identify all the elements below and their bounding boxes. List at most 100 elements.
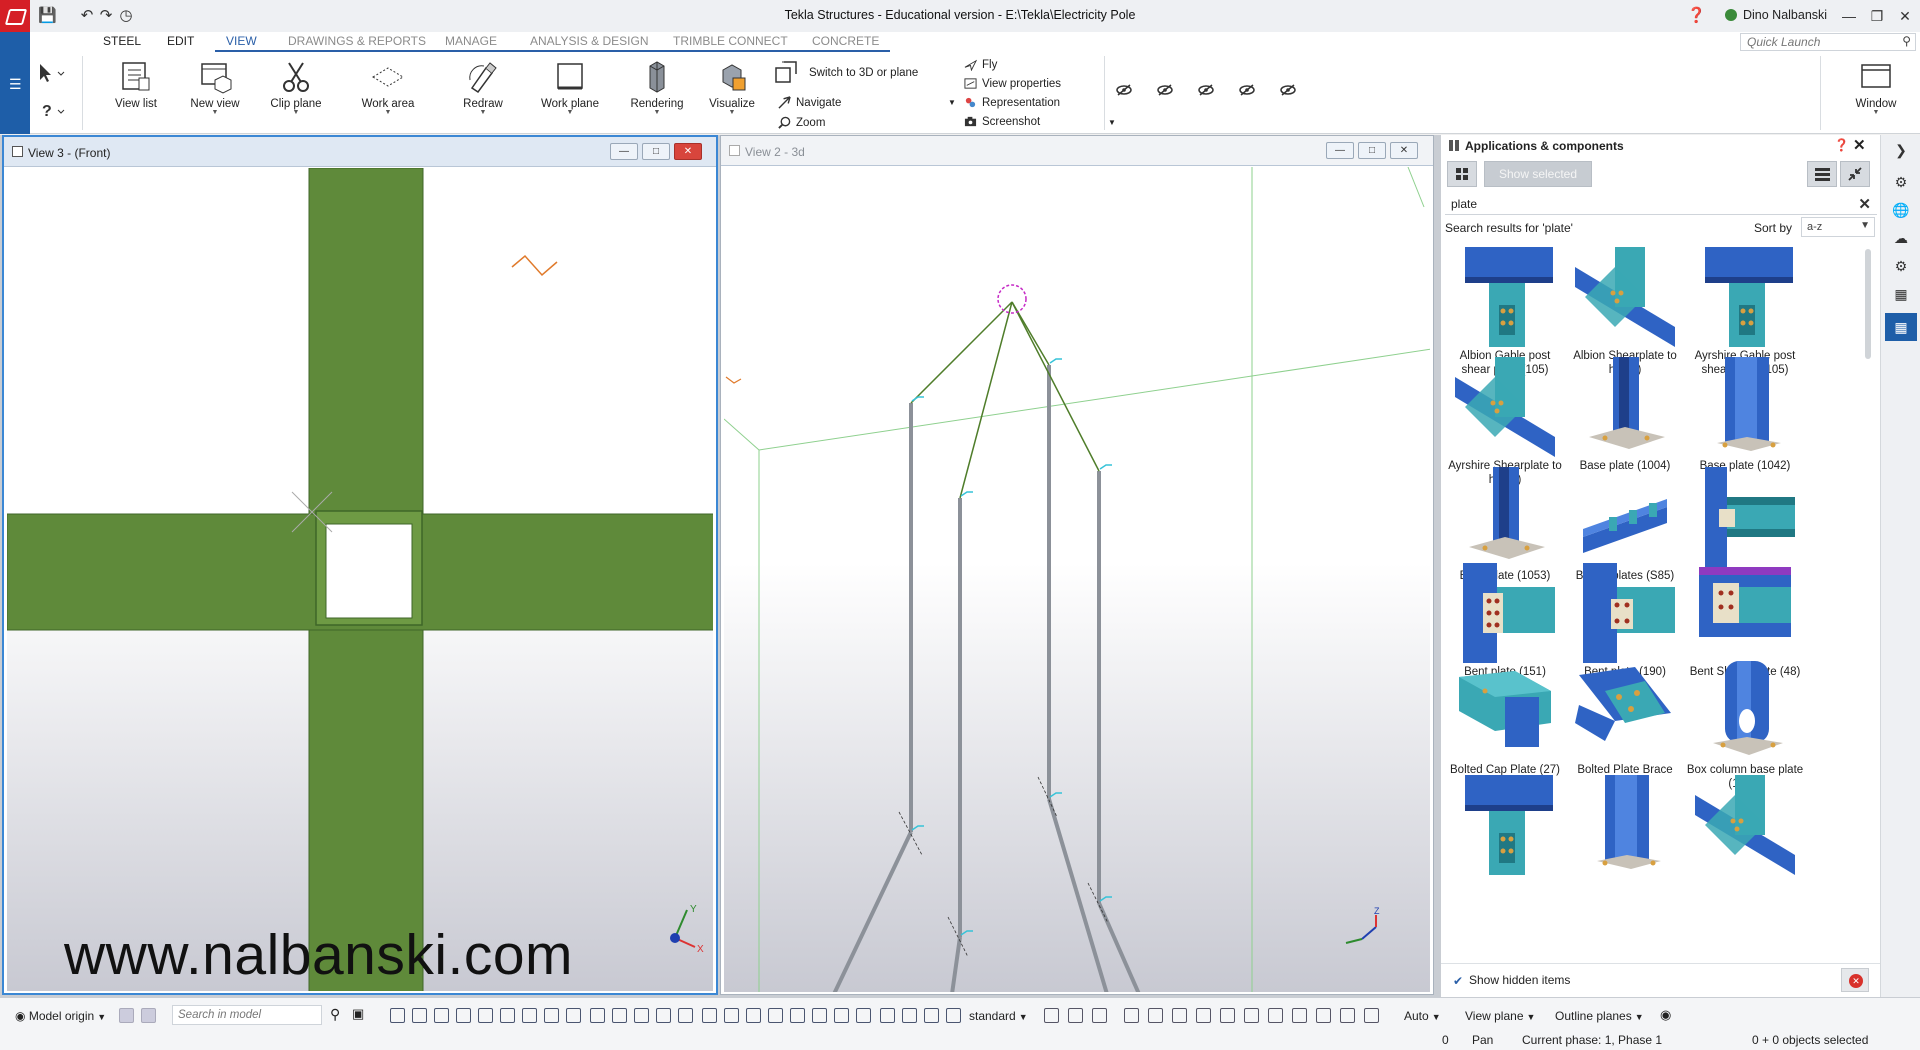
quick-launch-input[interactable]: Quick Launch ⚲ <box>1740 33 1916 51</box>
select-switch-icon[interactable] <box>924 1008 939 1023</box>
view-minimize-button[interactable]: — <box>610 143 638 160</box>
redo-icon[interactable]: ↷ <box>97 7 115 25</box>
snap-switch-icon[interactable] <box>1044 1008 1059 1023</box>
select-switch-icon[interactable] <box>434 1008 449 1023</box>
clear-search-icon[interactable]: ✕ <box>1858 195 1871 213</box>
select-switch-icon[interactable] <box>634 1008 649 1023</box>
snap-switch-icon[interactable] <box>1364 1008 1379 1023</box>
close-icon[interactable]: ✕ <box>1853 136 1866 154</box>
select-switch-icon[interactable] <box>834 1008 849 1023</box>
view-close-button[interactable]: ✕ <box>1390 142 1418 159</box>
hide-eye-icon[interactable] <box>1279 83 1297 97</box>
component-item[interactable] <box>1685 775 1805 877</box>
hide-eye-icon[interactable] <box>1197 83 1215 97</box>
help-icon[interactable]: ❓ <box>1834 138 1849 152</box>
search-icon[interactable]: ⚲ <box>330 1006 340 1023</box>
component-item[interactable]: Base plate (1004) <box>1565 357 1685 473</box>
select-switch-icon[interactable] <box>702 1008 717 1023</box>
snap-switch-icon[interactable] <box>1068 1008 1083 1023</box>
save-icon[interactable]: 💾 <box>38 7 57 25</box>
select-arrow-icon[interactable] <box>36 62 66 84</box>
clip-plane-button[interactable]: Clip plane ▼ <box>262 60 330 116</box>
globe-icon[interactable]: 🌐 <box>1891 200 1911 220</box>
tab-manage[interactable]: MANAGE <box>445 34 497 48</box>
checkmark-icon[interactable]: ✔ <box>1453 974 1463 988</box>
navigate-button[interactable]: Navigate <box>778 96 841 109</box>
tab-view[interactable]: VIEW <box>226 34 257 48</box>
select-switch-icon[interactable] <box>790 1008 805 1023</box>
view-minimize-button[interactable]: — <box>1326 142 1354 159</box>
select-switch-icon[interactable] <box>946 1008 961 1023</box>
select-switch-icon[interactable] <box>544 1008 559 1023</box>
snap-switch-icon[interactable] <box>1092 1008 1107 1023</box>
hide-eye-icon[interactable] <box>1156 83 1174 97</box>
close-window-button[interactable]: ✕ <box>1892 4 1918 28</box>
user-account[interactable]: Dino Nalbanski <box>1725 8 1827 22</box>
snap-switch-icon[interactable] <box>1220 1008 1235 1023</box>
select-switch-icon[interactable] <box>478 1008 493 1023</box>
rendering-button[interactable]: Rendering ▼ <box>620 60 694 116</box>
standard-dropdown[interactable]: standard ▼ <box>962 1005 1035 1025</box>
select-switch-icon[interactable] <box>746 1008 761 1023</box>
grid-view-button[interactable] <box>1447 161 1477 187</box>
restore-button[interactable]: ❐ <box>1864 4 1890 28</box>
snap-switch-icon[interactable] <box>1196 1008 1211 1023</box>
snap-switch-icon[interactable] <box>1124 1008 1139 1023</box>
snap-switch-icon[interactable] <box>1340 1008 1355 1023</box>
screenshot-button[interactable]: Screenshot <box>964 115 1040 128</box>
component-search-input[interactable]: plate ✕ <box>1445 193 1877 215</box>
visualize-button[interactable]: Visualize ▼ <box>702 60 762 116</box>
window-button[interactable]: Window ▼ <box>1846 60 1906 116</box>
select-switch-icon[interactable] <box>678 1008 693 1023</box>
delete-button[interactable] <box>1841 968 1869 992</box>
select-switch-icon[interactable] <box>412 1008 427 1023</box>
screenshot-chevron-icon[interactable]: ▼ <box>1108 118 1116 127</box>
navigate-chevron-icon[interactable]: ▼ <box>948 98 956 107</box>
hide-eye-icon[interactable] <box>1238 83 1256 97</box>
snap-help-icon[interactable]: ? <box>36 100 66 122</box>
tab-analysis-design[interactable]: ANALYSIS & DESIGN <box>530 34 648 48</box>
redraw-button[interactable]: Redraw ▼ <box>450 60 516 116</box>
applications-icon[interactable]: ▦ <box>1885 313 1917 341</box>
component-item[interactable] <box>1565 775 1685 877</box>
select-switch-icon[interactable] <box>390 1008 405 1023</box>
add-origin-icon[interactable] <box>119 1008 134 1023</box>
tekla-logo[interactable] <box>0 0 30 32</box>
view-properties-button[interactable]: View properties <box>964 77 1061 90</box>
view-maximize-button[interactable]: □ <box>1358 142 1386 159</box>
cube-icon[interactable]: ▦ <box>1891 284 1911 304</box>
front-view-canvas[interactable]: Y X <box>7 168 713 991</box>
select-switch-icon[interactable] <box>522 1008 537 1023</box>
cloud-icon[interactable]: ☁ <box>1891 228 1911 248</box>
select-switch-icon[interactable] <box>500 1008 515 1023</box>
history-icon[interactable]: ◷ <box>117 7 135 25</box>
tab-steel[interactable]: STEEL <box>103 34 141 48</box>
select-switch-icon[interactable] <box>812 1008 827 1023</box>
properties-icon[interactable]: ⚙ <box>1891 172 1911 192</box>
tab-trimble-connect[interactable]: TRIMBLE CONNECT <box>673 34 788 48</box>
collapse-panel-button[interactable] <box>1840 161 1870 187</box>
view-close-button[interactable]: ✕ <box>674 143 702 160</box>
eye-icon[interactable]: ◉ <box>1660 1007 1671 1023</box>
search-in-model-input[interactable]: Search in model <box>172 1005 322 1025</box>
snap-switch-icon[interactable] <box>1268 1008 1283 1023</box>
view-3-front[interactable]: View 3 - (Front) — □ ✕ Y X www.nalbanski… <box>2 135 718 995</box>
representation-button[interactable]: Representation <box>964 96 1060 109</box>
auto-dropdown[interactable]: Auto ▼ <box>1397 1005 1448 1025</box>
undo-icon[interactable]: ↶ <box>78 7 96 25</box>
zoom-button[interactable]: Zoom <box>778 116 825 129</box>
fly-button[interactable]: Fly <box>964 58 997 71</box>
snap-switch-icon[interactable] <box>1172 1008 1187 1023</box>
3d-view-canvas[interactable]: Z <box>724 167 1430 992</box>
component-item[interactable] <box>1445 775 1565 877</box>
switch-3d-plane-button[interactable]: Switch to 3D or plane <box>774 58 918 88</box>
hide-eye-icon[interactable] <box>1115 83 1133 97</box>
view-2-3d[interactable]: View 2 - 3d — □ ✕ Z <box>720 135 1434 995</box>
view-list-button[interactable]: View list <box>106 60 166 110</box>
settings-icon[interactable]: ⚙ <box>1891 256 1911 276</box>
view-maximize-button[interactable]: □ <box>642 143 670 160</box>
panel-scrollbar[interactable] <box>1865 249 1871 359</box>
work-area-button[interactable]: Work area ▼ <box>346 60 430 116</box>
select-switch-icon[interactable] <box>768 1008 783 1023</box>
minimize-button[interactable]: — <box>1836 4 1862 28</box>
